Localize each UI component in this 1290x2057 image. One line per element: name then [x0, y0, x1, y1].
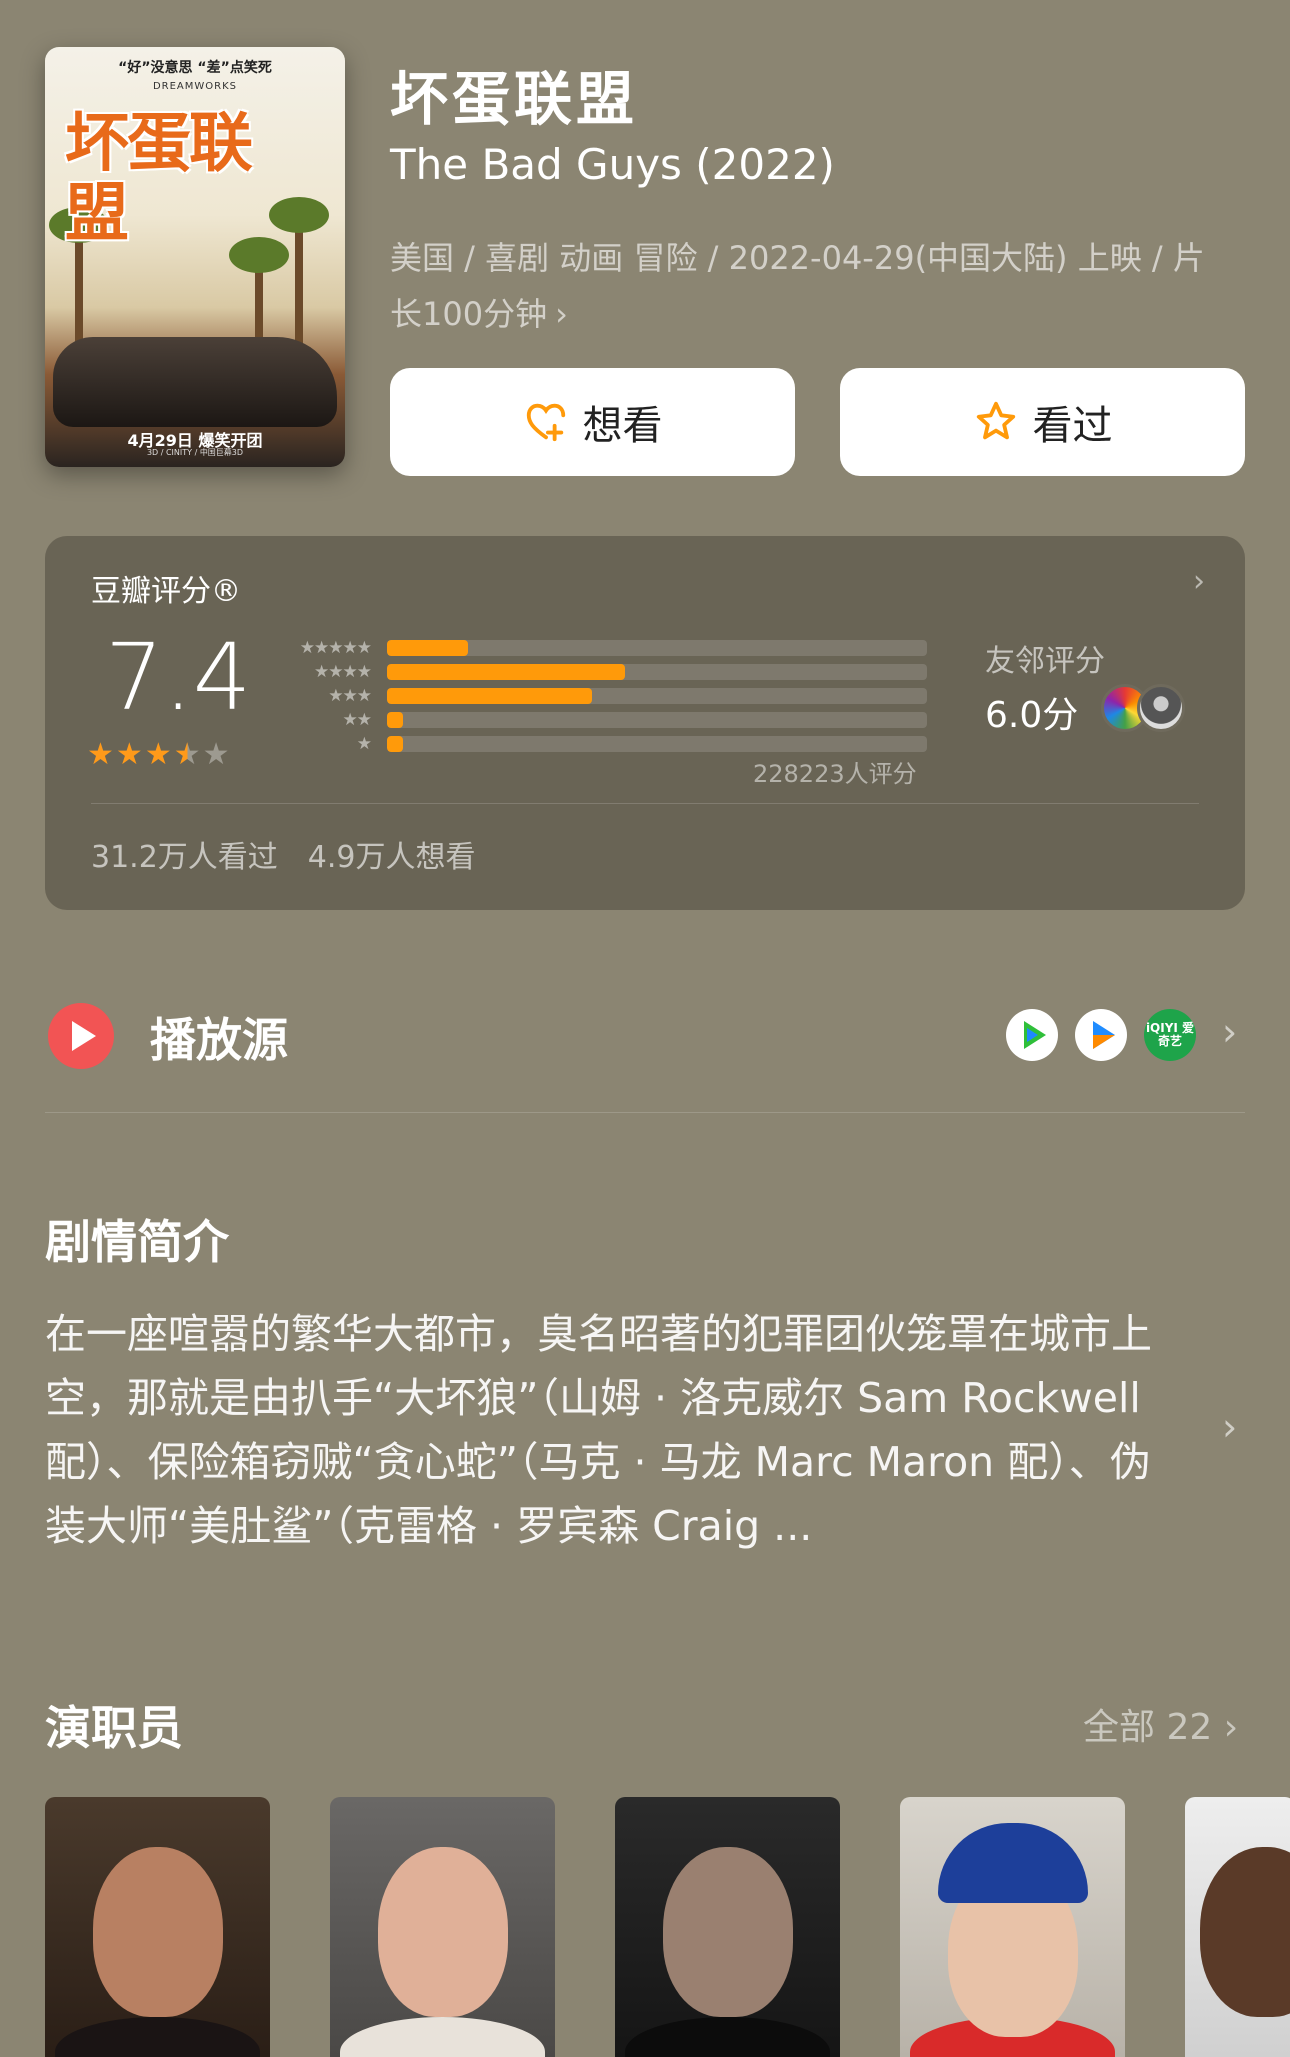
chevron-right-icon[interactable]: ›	[1222, 1010, 1237, 1054]
distribution-track	[387, 688, 927, 704]
watched-label: 看过	[1032, 403, 1113, 449]
audience-stats: 31.2万人看过 4.9万人想看	[91, 832, 476, 876]
cast-photo[interactable]	[45, 1797, 270, 2057]
play-source-label[interactable]: 播放源	[150, 1004, 288, 1070]
youku-icon[interactable]	[1075, 1009, 1127, 1061]
heart-plus-icon	[526, 403, 565, 442]
distribution-track	[387, 736, 927, 752]
play-icon[interactable]	[48, 1003, 114, 1069]
star-outline-icon	[976, 401, 1015, 440]
distribution-stars: ★	[356, 734, 372, 754]
movie-meta[interactable]: 美国 / 喜剧 动画 冒险 / 2022-04-29(中国大陆) 上映 / 片长…	[390, 230, 1230, 342]
avatar	[1137, 684, 1185, 732]
synopsis-text[interactable]: 在一座喧嚣的繁华大都市，臭名昭著的犯罪团伙笼罩在城市上空，那就是由扒手“大坏狼”…	[45, 1302, 1185, 1558]
distribution-bar	[387, 712, 404, 728]
friend-avatars[interactable]	[1101, 684, 1191, 734]
poster-tagline: “好”没意思 “差”点笑死	[118, 60, 272, 76]
movie-meta-text: 美国 / 喜剧 动画 冒险 / 2022-04-29(中国大陆) 上映 / 片长…	[390, 239, 1205, 333]
rating-source-label: 豆瓣评分®	[91, 574, 241, 609]
distribution-track	[387, 664, 927, 680]
distribution-track	[387, 712, 927, 728]
distribution-bar	[387, 664, 625, 680]
chevron-right-icon: ›	[1223, 1707, 1239, 1748]
distribution-track	[387, 640, 927, 656]
friend-rating-score: 6.0分	[985, 695, 1079, 736]
iqiyi-icon[interactable]: iQIYI 爱奇艺	[1144, 1009, 1196, 1061]
distribution-row: ★	[277, 732, 987, 756]
cast-all-label: 全部 22	[1083, 1707, 1213, 1748]
distribution-stars: ★★★	[328, 686, 372, 706]
cast-photo[interactable]	[615, 1797, 840, 2057]
star-half-icon: ★	[173, 737, 201, 772]
tencent-video-icon[interactable]	[1006, 1009, 1058, 1061]
poster-formats: 3D / CINITY / 中国巨幕3D	[146, 448, 244, 457]
distribution-stars: ★★★★★	[299, 638, 372, 658]
synopsis-heading: 剧情简介	[45, 1215, 229, 1269]
want-count: 4.9万人想看	[307, 840, 476, 875]
watched-count: 31.2万人看过	[91, 840, 278, 875]
movie-title: 坏蛋联盟	[390, 65, 639, 133]
movie-original-title: The Bad Guys (2022)	[390, 140, 835, 189]
poster-title: 坏蛋联盟	[65, 107, 253, 251]
chevron-right-icon[interactable]: ›	[1222, 1405, 1237, 1449]
rating-count: 228223人评分	[753, 760, 917, 788]
rating-score: 7.4	[105, 624, 252, 731]
rating-card[interactable]: 豆瓣评分® › 7.4 ★ ★ ★ ★ ★ ★★★★★ ★★★★ ★★★ ★★ …	[45, 536, 1245, 910]
distribution-row: ★★★	[277, 684, 987, 708]
rating-distribution: ★★★★★ ★★★★ ★★★ ★★ ★	[277, 636, 987, 756]
cast-all-link[interactable]: 全部 22 ›	[1083, 1698, 1238, 1750]
friend-rating-label: 友邻评分	[985, 644, 1105, 679]
movie-poster[interactable]: “好”没意思 “差”点笑死 DREAMWORKS 坏蛋联盟 4月29日 爆笑开团…	[45, 47, 345, 467]
poster-studio: DREAMWORKS	[152, 81, 238, 92]
cast-photo[interactable]	[330, 1797, 555, 2057]
distribution-stars: ★★	[342, 710, 372, 730]
want-to-watch-label: 想看	[582, 403, 663, 449]
star-filled-icon: ★	[115, 737, 143, 772]
chevron-right-icon: ›	[1193, 564, 1205, 599]
distribution-bar	[387, 688, 593, 704]
chevron-right-icon: ›	[555, 295, 568, 333]
divider	[91, 803, 1199, 804]
distribution-row: ★★★★	[277, 660, 987, 684]
want-to-watch-button[interactable]: 想看	[390, 368, 795, 476]
distribution-bar	[387, 640, 468, 656]
cast-heading: 演职员	[45, 1701, 183, 1755]
rating-stars: ★ ★ ★ ★ ★	[87, 740, 230, 770]
distribution-stars: ★★★★	[314, 662, 372, 682]
distribution-row: ★★	[277, 708, 987, 732]
star-filled-icon: ★	[144, 737, 172, 772]
divider	[45, 1112, 1245, 1113]
watched-button[interactable]: 看过	[840, 368, 1245, 476]
star-empty-icon: ★	[202, 737, 230, 772]
star-filled-icon: ★	[87, 737, 114, 772]
distribution-row: ★★★★★	[277, 636, 987, 660]
cast-photo[interactable]	[900, 1797, 1125, 2057]
cast-photo[interactable]	[1185, 1797, 1290, 2057]
poster-car	[53, 337, 337, 427]
distribution-bar	[387, 736, 404, 752]
